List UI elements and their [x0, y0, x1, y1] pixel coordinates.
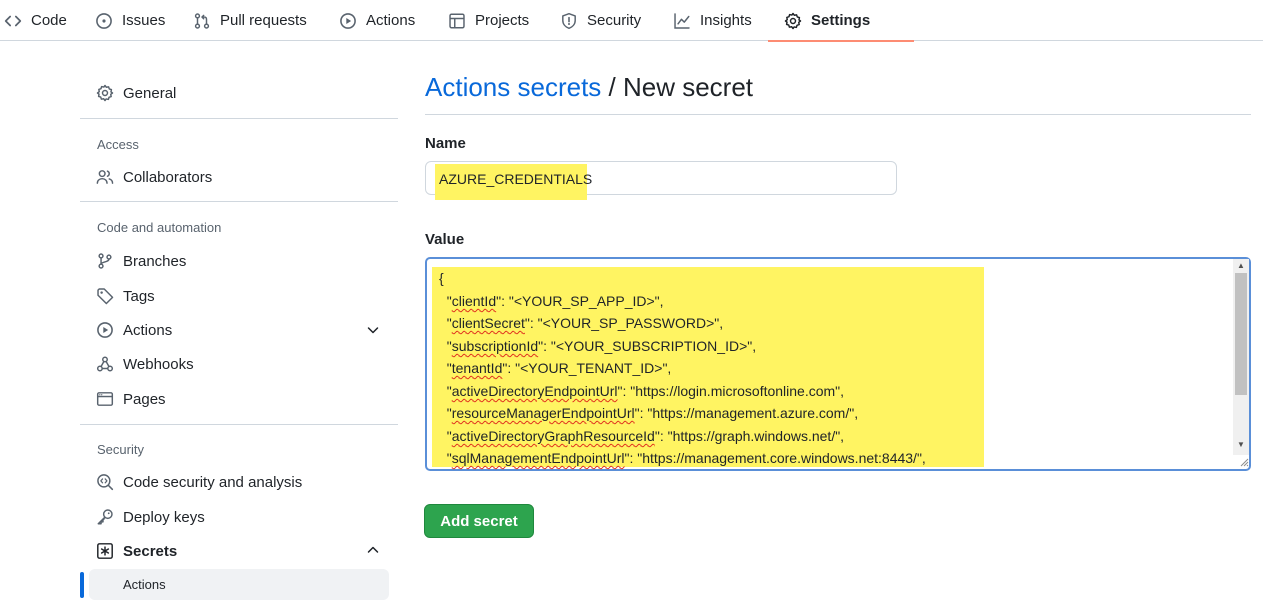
sidebar-heading-security: Security [97, 442, 144, 457]
scroll-up-arrow-icon[interactable]: ▲ [1236, 261, 1246, 271]
shield-icon [560, 12, 578, 30]
people-icon [96, 168, 114, 186]
tab-projects[interactable]: Projects [448, 0, 529, 41]
secret-name-value[interactable]: AZURE_CREDENTIALS [439, 171, 592, 187]
value-line: "clientId": "<YOUR_SP_APP_ID>", [439, 293, 664, 309]
tab-label: Code [31, 12, 67, 29]
issue-icon [95, 12, 113, 30]
page-title: Actions secrets / New secret [425, 72, 753, 103]
breadcrumb-current: New secret [622, 72, 754, 102]
value-line: "tenantId": "<YOUR_TENANT_ID>", [439, 360, 672, 376]
sidebar-divider [80, 201, 398, 202]
tab-label: Actions [366, 12, 416, 29]
tab-label: Issues [122, 12, 166, 29]
play-icon [96, 321, 114, 339]
sidebar-subitem-actions[interactable]: Actions [123, 577, 166, 592]
repo-nav: Code Issues Pull requests Actions Projec… [0, 0, 1263, 42]
breadcrumb-actions-secrets-link[interactable]: Actions secrets [425, 72, 601, 102]
resize-handle-icon[interactable] [1239, 457, 1249, 467]
value-line: "activeDirectoryEndpointUrl": "https://l… [439, 383, 845, 399]
sidebar-divider [80, 424, 398, 425]
sidebar-item-label: Actions [123, 321, 173, 339]
sidebar-item-webhooks[interactable]: Webhooks [96, 349, 194, 379]
table-icon [448, 12, 466, 30]
tab-security[interactable]: Security [560, 0, 641, 41]
sidebar-item-pages[interactable]: Pages [96, 384, 166, 414]
sidebar-divider [80, 118, 398, 119]
tag-icon [96, 287, 114, 305]
tab-label: Insights [700, 12, 752, 29]
chevron-up-icon[interactable] [366, 543, 380, 557]
tab-issues[interactable]: Issues [95, 0, 165, 41]
tab-label: Settings [811, 12, 871, 29]
sidebar-item-label: General [123, 84, 177, 102]
secret-icon [96, 542, 114, 560]
sidebar-item-tags[interactable]: Tags [96, 281, 155, 311]
tab-pull-requests[interactable]: Pull requests [193, 0, 307, 41]
tab-label: Security [587, 12, 642, 29]
sidebar-item-deploy-keys[interactable]: Deploy keys [96, 502, 205, 532]
key-icon [96, 508, 114, 526]
sidebar-item-label: Webhooks [123, 355, 194, 373]
tab-label: Pull requests [220, 12, 307, 29]
tab-code[interactable]: Code [4, 0, 67, 41]
sidebar-item-label: Deploy keys [123, 508, 205, 526]
sidebar-heading-access: Access [97, 137, 139, 152]
value-line: "sqlManagementEndpointUrl": "https://man… [439, 450, 926, 466]
sidebar-item-code-security[interactable]: Code security and analysis [96, 467, 302, 497]
sidebar-item-label: Secrets [123, 542, 178, 560]
sidebar-item-secrets[interactable]: Secrets [96, 536, 177, 566]
graph-icon [673, 12, 691, 30]
value-line: "resourceManagerEndpointUrl": "https://m… [439, 405, 859, 421]
tab-settings[interactable]: Settings [767, 0, 915, 42]
value-line: "activeDirectoryGraphResourceId": "https… [439, 428, 845, 444]
sidebar-item-label: Tags [123, 287, 155, 305]
title-divider [425, 114, 1251, 115]
add-secret-button[interactable]: Add secret [424, 504, 534, 538]
sidebar-item-actions[interactable]: Actions [96, 315, 172, 345]
scroll-down-arrow-icon[interactable]: ▼ [1236, 440, 1246, 450]
breadcrumb-separator: / [601, 72, 623, 102]
pull-request-icon [193, 12, 211, 30]
value-line: { [439, 270, 444, 286]
codescan-icon [96, 473, 114, 491]
branch-icon [96, 252, 114, 270]
sidebar-item-label: Collaborators [123, 168, 213, 186]
value-scrollbar-thumb[interactable] [1235, 273, 1247, 395]
chevron-down-icon[interactable] [366, 323, 380, 337]
sidebar-item-label: Branches [123, 252, 187, 270]
code-icon [4, 12, 22, 30]
active-indicator [80, 572, 84, 598]
browser-icon [96, 390, 114, 408]
sidebar-item-collaborators[interactable]: Collaborators [96, 162, 212, 192]
tab-actions[interactable]: Actions [339, 0, 415, 41]
sidebar-item-branches[interactable]: Branches [96, 246, 186, 276]
tab-insights[interactable]: Insights [673, 0, 752, 41]
name-label: Name [425, 135, 466, 152]
play-icon [339, 12, 357, 30]
gear-icon [784, 12, 802, 30]
sidebar-item-label: Pages [123, 390, 166, 408]
sidebar-item-general[interactable]: General [96, 78, 176, 108]
sidebar-heading-code-automation: Code and automation [97, 220, 222, 235]
sidebar-item-label: Code security and analysis [123, 473, 303, 491]
value-label: Value [425, 231, 465, 248]
webhook-icon [96, 355, 114, 373]
value-line: "subscriptionId": "<YOUR_SUBSCRIPTION_ID… [439, 338, 757, 354]
tab-label: Projects [475, 12, 530, 29]
gear-icon [96, 84, 114, 102]
value-line: "clientSecret": "<YOUR_SP_PASSWORD>", [439, 315, 724, 331]
